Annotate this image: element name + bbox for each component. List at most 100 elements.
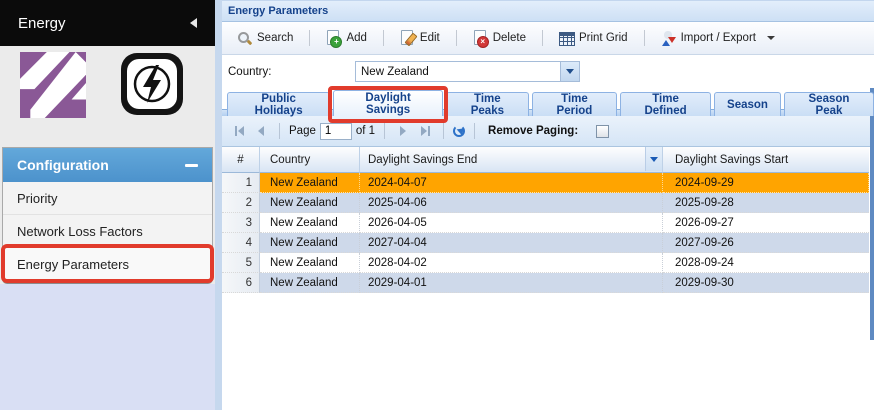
add-icon: [325, 30, 343, 48]
toolbar-button-label: Delete: [492, 32, 526, 44]
first-page-button[interactable]: [230, 122, 248, 140]
sidebar-menu-item-label: Network Loss Factors: [17, 224, 143, 239]
main-panel: Energy Parameters Search Add Edit: [222, 0, 874, 410]
country-label: Country:: [228, 65, 272, 78]
table-row[interactable]: 6 New Zealand 2029-04-01 2029-09-30: [222, 273, 869, 293]
chevron-down-icon: [650, 156, 658, 166]
tab[interactable]: Daylight Savings: [328, 86, 448, 123]
tab[interactable]: Season: [714, 92, 781, 116]
tab[interactable]: Time Period: [531, 92, 618, 117]
column-header-daylight-savings-start[interactable]: Daylight Savings Start: [663, 147, 869, 173]
sidebar-menu-item[interactable]: Energy Parameters: [1, 244, 214, 283]
table-row[interactable]: 5 New Zealand 2028-04-02 2028-09-24: [222, 253, 869, 273]
toolbar-button[interactable]: Search: [228, 27, 301, 49]
configuration-panel: Configuration Priority Network Loss Fact…: [1, 147, 214, 284]
table-row[interactable]: 1 New Zealand 2024-04-07 2024-09-29: [222, 173, 869, 193]
chevron-down-icon: [566, 69, 574, 78]
last-page-button[interactable]: [416, 122, 434, 140]
configuration-panel-title: Configuration: [17, 157, 109, 173]
country-cell: New Zealand: [260, 273, 360, 293]
sidebar-splitter[interactable]: [215, 0, 222, 410]
tab-label: Season Peak: [808, 93, 850, 117]
row-number-cell: 3: [222, 213, 260, 233]
sidebar-menu-item[interactable]: Network Loss Factors: [3, 215, 212, 248]
separator: [384, 123, 386, 139]
toolbar: Search Add Edit Delete Print Grid: [222, 22, 874, 55]
row-number-cell: 2: [222, 193, 260, 213]
daylight-savings-start-cell: 2024-09-29: [663, 173, 869, 193]
sidebar-menu: Priority Network Loss Factors Energy Par…: [1, 182, 214, 283]
toolbar-button[interactable]: Add: [301, 27, 374, 49]
print-grid-icon: [558, 30, 575, 46]
sidebar-collapse-icon[interactable]: [190, 18, 197, 28]
country-cell: New Zealand: [260, 213, 360, 233]
refresh-icon[interactable]: [453, 125, 466, 137]
configuration-panel-header[interactable]: Configuration: [3, 148, 212, 182]
edit-icon: [399, 30, 415, 46]
column-header-number[interactable]: #: [222, 147, 260, 173]
paging-toolbar: Page of 1 Remove Paging:: [222, 116, 874, 147]
page-of-label: of 1: [355, 125, 376, 137]
row-number-cell: 5: [222, 253, 260, 273]
table-row[interactable]: 4 New Zealand 2027-04-04 2027-09-26: [222, 233, 869, 253]
tab-label: Season: [727, 98, 768, 111]
column-header-country[interactable]: Country: [260, 147, 360, 173]
country-combobox[interactable]: New Zealand: [355, 61, 580, 82]
tab-label: Public Holidays: [254, 93, 303, 117]
logo-area: [0, 46, 215, 118]
daylight-savings-end-cell: 2028-04-02: [360, 253, 663, 273]
separator: [474, 123, 476, 139]
grid-header: # Country Daylight Savings End Daylight …: [222, 147, 869, 173]
toolbar-button[interactable]: Edit: [375, 27, 448, 49]
panel-right-border: [870, 88, 874, 340]
panel-title-bar: Energy Parameters: [222, 0, 874, 22]
toolbar-button[interactable]: Print Grid: [534, 27, 636, 49]
daylight-savings-end-cell: 2027-04-04: [360, 233, 663, 253]
tab[interactable]: Time Peaks: [445, 92, 529, 117]
tab-strip: Public Holidays Daylight Savings Time Pe…: [222, 86, 874, 123]
daylight-savings-start-cell: 2025-09-28: [663, 193, 869, 213]
row-number-cell: 4: [222, 233, 260, 253]
data-grid: # Country Daylight Savings End Daylight …: [222, 147, 869, 293]
tab[interactable]: Time Defined: [620, 92, 712, 117]
next-page-button[interactable]: [394, 122, 412, 140]
import-export-icon: [659, 30, 676, 46]
column-header-daylight-savings-end[interactable]: Daylight Savings End: [360, 147, 663, 173]
collapse-panel-icon[interactable]: [185, 163, 198, 167]
dropdown-caret-icon: [766, 36, 775, 44]
country-cell: New Zealand: [260, 193, 360, 213]
table-row[interactable]: 2 New Zealand 2025-04-06 2025-09-28: [222, 193, 869, 213]
country-filter-row: Country: New Zealand: [222, 55, 874, 88]
sidebar: Energy Configuration Priority Network Lo…: [0, 0, 215, 410]
daylight-savings-start-cell: 2028-09-24: [663, 253, 869, 273]
separator: [443, 123, 445, 139]
toolbar-button-label: Search: [257, 32, 294, 44]
page-number-input[interactable]: [319, 122, 352, 140]
sidebar-menu-item[interactable]: Priority: [3, 182, 212, 215]
row-number-cell: 1: [222, 173, 260, 193]
row-number-cell: 6: [222, 273, 260, 293]
energy-logo: [20, 52, 86, 118]
application-window: Energy Configuration Priority Network Lo…: [0, 0, 874, 410]
combobox-trigger-button[interactable]: [560, 62, 579, 81]
tab[interactable]: Public Holidays: [227, 92, 331, 117]
toolbar-button[interactable]: Delete: [448, 27, 534, 49]
tab-label: Time Defined: [644, 93, 687, 117]
country-cell: New Zealand: [260, 233, 360, 253]
daylight-savings-end-cell: 2029-04-01: [360, 273, 663, 293]
toolbar-button-label: Add: [346, 32, 367, 44]
tab-label: Time Period: [556, 93, 593, 117]
page-label: Page: [289, 125, 316, 137]
column-menu-button[interactable]: [645, 147, 662, 171]
tab[interactable]: Season Peak: [783, 92, 874, 117]
country-combobox-value: New Zealand: [361, 65, 429, 78]
toolbar-button[interactable]: Import / Export: [636, 27, 783, 49]
table-row[interactable]: 3 New Zealand 2026-04-05 2026-09-27: [222, 213, 869, 233]
tab-label: Time Peaks: [470, 93, 504, 117]
toolbar-button-label: Edit: [419, 32, 440, 44]
previous-page-button[interactable]: [252, 122, 270, 140]
remove-paging-checkbox[interactable]: [596, 124, 610, 138]
daylight-savings-end-cell: 2024-04-07: [360, 173, 663, 193]
toolbar-button-label: Import / Export: [680, 32, 756, 44]
sidebar-menu-item-label: Priority: [17, 191, 58, 206]
